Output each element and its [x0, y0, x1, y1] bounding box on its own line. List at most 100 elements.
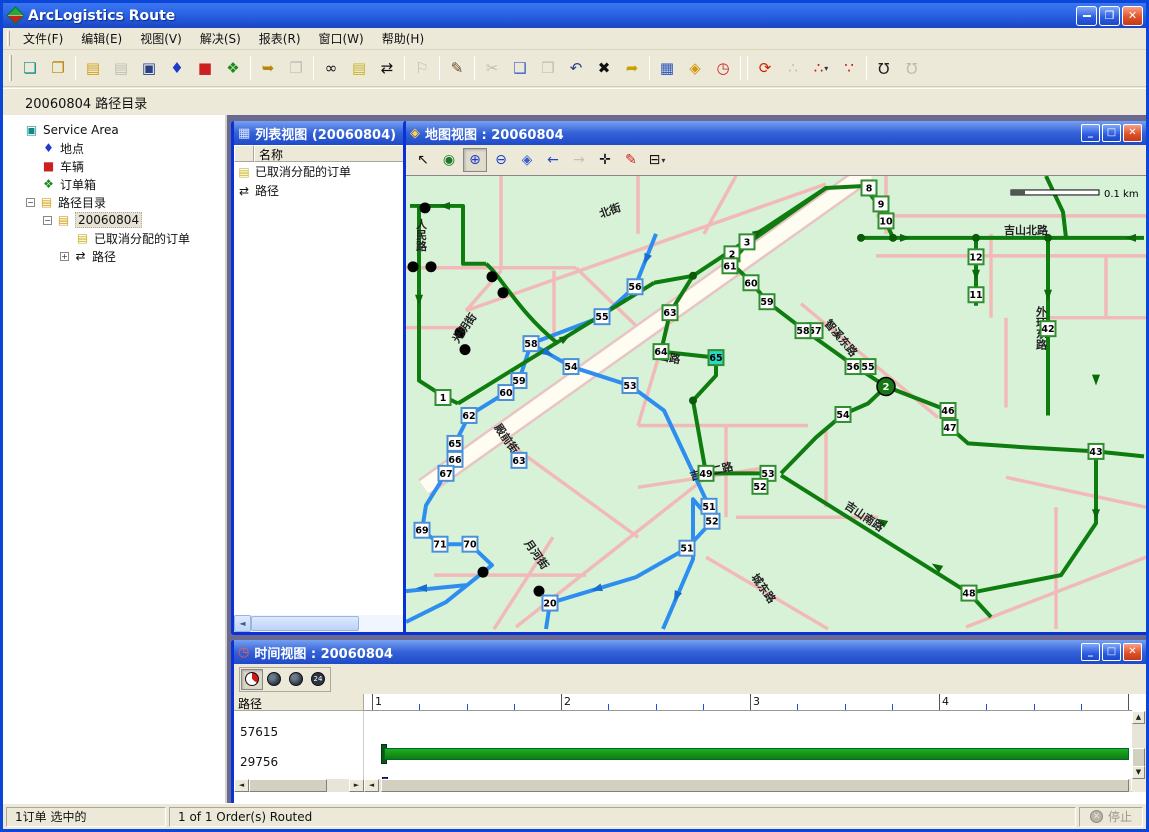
- scale-24-hour-button[interactable]: 24: [307, 669, 329, 690]
- import-orders-button[interactable]: ❐: [283, 56, 309, 81]
- stop-marker-49[interactable]: 49: [699, 466, 714, 481]
- print-button[interactable]: ⊟▾: [645, 148, 669, 172]
- zoom-in-button[interactable]: ⊕: [463, 148, 487, 172]
- zoom-out-button[interactable]: ⊖: [489, 148, 513, 172]
- map-maximize-button[interactable]: □: [1102, 124, 1121, 142]
- close-button[interactable]: ✕: [1122, 6, 1143, 26]
- save-button[interactable]: ▣: [136, 56, 162, 81]
- undo-button[interactable]: ↶: [563, 56, 589, 81]
- stop-marker-43[interactable]: 43: [1089, 444, 1104, 459]
- tree-item-label[interactable]: 车辆: [60, 158, 84, 175]
- scroll-left-icon[interactable]: ◄: [364, 779, 379, 792]
- list-view-button[interactable]: ▦: [654, 56, 680, 81]
- tree-item-label[interactable]: 已取消分配的订单: [94, 230, 190, 247]
- stop-marker-67[interactable]: 67: [439, 466, 454, 481]
- orders-list-button[interactable]: ▤: [346, 56, 372, 81]
- stop-marker-66[interactable]: 66: [448, 452, 463, 467]
- stop-marker-56[interactable]: 56: [628, 279, 643, 294]
- menu-item-view[interactable]: 视图(V): [131, 27, 191, 50]
- stop-marker-65[interactable]: 65: [448, 436, 463, 451]
- scroll-right-icon[interactable]: ►: [349, 779, 364, 792]
- tree-expander-icon[interactable]: −: [43, 216, 52, 225]
- reselect-button[interactable]: ∵: [836, 56, 862, 81]
- menu-item-file[interactable]: 文件(F): [14, 27, 72, 50]
- properties-button[interactable]: ✎: [444, 56, 470, 81]
- stop-marker-60[interactable]: 60: [499, 385, 514, 400]
- unassigned-stop-dot[interactable]: [460, 344, 471, 355]
- list-scroll-thumb[interactable]: [251, 616, 359, 631]
- tree-item-folder-20060804[interactable]: −▤20060804: [3, 211, 225, 229]
- paste-button[interactable]: ❒: [535, 56, 561, 81]
- menu-grip[interactable]: [7, 31, 10, 46]
- route-row-label[interactable]: 57615: [240, 725, 278, 739]
- stop-marker-42[interactable]: 42: [1041, 321, 1056, 336]
- move-to-folder-button[interactable]: ➦: [619, 56, 645, 81]
- gantt-pane[interactable]: [364, 711, 1132, 779]
- unassigned-stop-dot[interactable]: [478, 567, 489, 578]
- tree-item-label[interactable]: 路径目录: [58, 194, 106, 211]
- menu-item-solve[interactable]: 解决(S): [191, 27, 250, 50]
- flag-button[interactable]: ⚐: [409, 56, 435, 81]
- stop-marker-46[interactable]: 46: [941, 403, 956, 418]
- copy-button[interactable]: ❑: [507, 56, 533, 81]
- stop-marker-65[interactable]: 65: [709, 350, 724, 365]
- tree-item-vehicles[interactable]: ■车辆: [3, 157, 225, 175]
- menu-item-help[interactable]: 帮助(H): [373, 27, 433, 50]
- new-route-folder-button[interactable]: ▤: [80, 56, 106, 81]
- stop-marker-54[interactable]: 54: [564, 359, 579, 374]
- time-minimize-button[interactable]: _: [1081, 643, 1100, 661]
- routes-column-header[interactable]: 路径: [234, 694, 364, 711]
- restore-button[interactable]: ❐: [1099, 6, 1120, 26]
- stop-marker-56[interactable]: 56: [846, 359, 861, 374]
- tree-item-service-area[interactable]: ▣Service Area: [3, 121, 225, 139]
- tree-item-routes[interactable]: +⇄路径: [3, 247, 225, 265]
- scroll-down-icon[interactable]: ▼: [1132, 766, 1145, 779]
- pan-hand-button[interactable]: ✛: [593, 148, 617, 172]
- stop-marker-47[interactable]: 47: [943, 420, 958, 435]
- scroll-left-icon[interactable]: ◄: [234, 615, 251, 632]
- list-header-blank[interactable]: [234, 145, 254, 162]
- routes-arrows-button[interactable]: ⇄: [374, 56, 400, 81]
- unassigned-stop-dot[interactable]: [420, 202, 431, 213]
- menu-item-edit[interactable]: 编辑(E): [72, 27, 131, 50]
- minimize-button[interactable]: [1076, 6, 1097, 26]
- toolbar-grip[interactable]: [9, 55, 12, 80]
- tree-item-unassigned-orders[interactable]: ▤已取消分配的订单: [3, 229, 225, 247]
- stop-marker-54[interactable]: 54: [836, 407, 851, 422]
- unassigned-stop-dot[interactable]: [498, 287, 509, 298]
- tree-expander-icon[interactable]: −: [26, 198, 35, 207]
- new-project-button[interactable]: ❏: [17, 56, 43, 81]
- full-extent-globe-button[interactable]: ◉: [437, 148, 461, 172]
- list-header-name[interactable]: 名称: [254, 145, 404, 162]
- scale-hour-button[interactable]: [285, 669, 307, 690]
- list-view-titlebar[interactable]: ▦ 列表视图 (20060804): [234, 121, 404, 145]
- sequence-button[interactable]: ∴: [780, 56, 806, 81]
- routes-scroll-thumb[interactable]: [249, 779, 327, 792]
- map-minimize-button[interactable]: _: [1081, 124, 1100, 142]
- scale-quarter-button[interactable]: [241, 669, 263, 690]
- map-close-button[interactable]: ✕: [1123, 124, 1142, 142]
- stop-marker-52[interactable]: 52: [705, 514, 720, 529]
- tree-item-label[interactable]: 20060804: [75, 212, 142, 228]
- zoom-to-selection-button[interactable]: ◈: [515, 148, 539, 172]
- stop-marker-58[interactable]: 58: [524, 336, 539, 351]
- tree-item-label[interactable]: Service Area: [43, 123, 119, 137]
- stop-marker-8[interactable]: 8: [862, 180, 877, 195]
- tree-item-locations[interactable]: ♦地点: [3, 139, 225, 157]
- stop-marker-10[interactable]: 10: [879, 213, 894, 228]
- stop-marker-62[interactable]: 62: [462, 408, 477, 423]
- stop-marker-59[interactable]: 59: [760, 294, 775, 309]
- lock-button[interactable]: Ω: [871, 56, 897, 81]
- stop-marker-3[interactable]: 3: [740, 234, 755, 249]
- time-vertical-scrollbar[interactable]: ▲ ▼: [1132, 711, 1146, 779]
- find-button[interactable]: ∞: [318, 56, 344, 81]
- tree-item-orders-box[interactable]: ❖订单箱: [3, 175, 225, 193]
- stop-marker-11[interactable]: 11: [969, 287, 984, 302]
- scroll-up-icon[interactable]: ▲: [1132, 711, 1145, 724]
- scroll-left-icon[interactable]: ◄: [234, 779, 249, 792]
- time-close-button[interactable]: ✕: [1123, 643, 1142, 661]
- stop-marker-58[interactable]: 58: [796, 323, 811, 338]
- assign-orders-button[interactable]: ➥: [255, 56, 281, 81]
- stop-marker-63[interactable]: 63: [663, 305, 678, 320]
- stop-marker-9[interactable]: 9: [874, 196, 889, 211]
